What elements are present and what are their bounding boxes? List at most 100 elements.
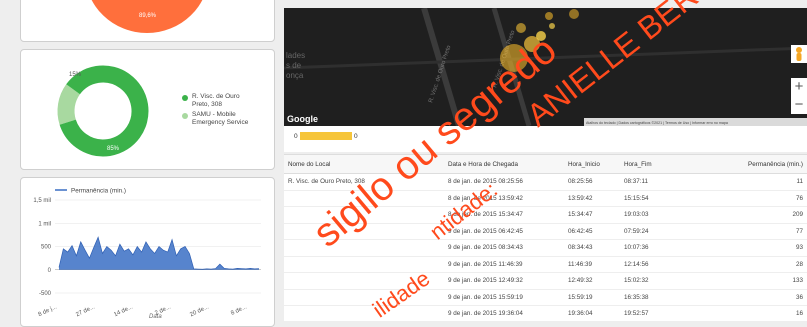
table-cell: 209 xyxy=(674,206,807,224)
donut-chart-card: 15% 85% R. Visc. de Ouro Preto, 308 SAMU… xyxy=(20,49,275,170)
heat-marker[interactable] xyxy=(549,23,555,29)
table-cell: 8 de jan. de 2015 15:34:47 xyxy=(444,206,564,224)
col-header-inicio[interactable]: Hora_Inicio xyxy=(564,155,620,174)
y-tick-label: 1 mil xyxy=(38,221,51,227)
range-control[interactable]: 0 0 xyxy=(284,126,807,152)
map-street xyxy=(284,46,807,70)
zoom-in-button[interactable]: + xyxy=(791,78,807,96)
legend-location[interactable]: R. Visc. de Ouro Preto, 308 xyxy=(192,93,240,109)
donut-chart: 15% 85% xyxy=(57,65,149,157)
donut-slice-label-1: 85% xyxy=(107,146,120,152)
range-bar[interactable] xyxy=(300,132,352,140)
table-cell xyxy=(284,190,444,207)
y-tick-label: 0 xyxy=(48,268,52,274)
table-cell xyxy=(284,239,444,257)
x-tick-label: 14 de... xyxy=(113,304,134,318)
legend-location-line1: R. Visc. de Ouro xyxy=(192,93,240,100)
heat-marker[interactable] xyxy=(569,9,579,19)
heat-marker[interactable] xyxy=(516,23,526,33)
legend-dot-samu xyxy=(182,113,188,119)
table-cell: R. Visc. de Ouro Preto, 308 xyxy=(284,173,444,191)
y-tick-label: 1,5 mil xyxy=(33,198,51,204)
table-cell: 11:46:39 xyxy=(564,256,620,273)
table-cell: 07:59:24 xyxy=(620,223,674,240)
table-cell: 11 xyxy=(674,173,807,191)
table-cell: 13:59:42 xyxy=(564,190,620,207)
x-tick-label: 8 de j... xyxy=(37,304,58,318)
table-cell: 08:25:56 xyxy=(564,173,620,191)
x-tick-label: 8 de... xyxy=(230,304,248,317)
pie-slice-label: 89,6% xyxy=(139,13,157,19)
table-cell: 9 de jan. de 2015 06:42:45 xyxy=(444,223,564,240)
table-row[interactable]: 9 de jan. de 2015 12:49:32 12:49:32 15:02:… xyxy=(284,272,807,290)
table-cell: 15:15:54 xyxy=(620,190,674,207)
table-header-row: Nome do Local Data e Hora de Chegada Hor… xyxy=(284,155,807,174)
col-header-fim[interactable]: Hora_Fim xyxy=(620,155,674,174)
x-tick-label: 27 de... xyxy=(75,304,96,318)
pegman-button[interactable] xyxy=(791,45,807,63)
y-tick-label: 500 xyxy=(41,245,52,251)
legend-dot-location xyxy=(182,95,188,101)
table-cell: 9 de jan. de 2015 12:49:32 xyxy=(444,272,564,290)
table-cell xyxy=(284,256,444,273)
table-cell: 15:59:19 xyxy=(564,289,620,306)
data-table: Nome do Local Data e Hora de Chegada Hor… xyxy=(284,154,807,323)
table-cell: 15:34:47 xyxy=(564,206,620,224)
legend-samu[interactable]: SAMU - Mobile Emergency Service xyxy=(192,111,248,127)
table-cell: 8 de jan. de 2015 13:59:42 xyxy=(444,190,564,207)
col-header-permanencia[interactable]: Permanência (min.) xyxy=(674,155,807,174)
table-row[interactable]: 9 de jan. de 2015 06:42:45 06:42:45 07:59:… xyxy=(284,223,807,240)
table-row[interactable]: 9 de jan. de 2015 15:59:19 15:59:19 16:35:… xyxy=(284,289,807,306)
table-cell: 133 xyxy=(674,272,807,290)
table-cell: 06:42:45 xyxy=(564,223,620,240)
y-tick-label: -500 xyxy=(39,291,52,297)
range-min: 0 xyxy=(294,133,298,140)
table-cell: 08:34:43 xyxy=(564,239,620,257)
table-cell: 12:49:32 xyxy=(564,272,620,290)
table-cell: 93 xyxy=(674,239,807,257)
table-cell: 9 de jan. de 2015 15:59:19 xyxy=(444,289,564,306)
line-chart: Permanência (min.) Data 1,5 mil1 mil5000… xyxy=(33,188,261,320)
table-row[interactable]: 9 de jan. de 2015 08:34:43 08:34:43 10:07:… xyxy=(284,239,807,257)
table-row[interactable]: 8 de jan. de 2015 15:34:47 15:34:47 19:03:… xyxy=(284,206,807,224)
heat-marker[interactable] xyxy=(545,12,553,20)
map-attribution[interactable]: Atalhos do teclado | Dados cartográficos… xyxy=(586,121,728,125)
table-cell: 9 de jan. de 2015 08:34:43 xyxy=(444,239,564,257)
table-cell: 08:37:11 xyxy=(620,173,674,191)
google-logo: Google xyxy=(287,114,318,124)
table-cell xyxy=(284,289,444,306)
zoom-out-button[interactable]: − xyxy=(791,96,807,114)
heat-marker[interactable] xyxy=(536,31,546,41)
table-row[interactable]: 9 de jan. de 2015 11:46:39 11:46:39 12:14:… xyxy=(284,256,807,273)
table-cell xyxy=(284,223,444,240)
pegman-icon xyxy=(796,47,802,61)
range-max: 0 xyxy=(354,133,358,140)
table-cell: 10:07:36 xyxy=(620,239,674,257)
table-row[interactable]: 8 de jan. de 2015 13:59:42 13:59:42 15:15:… xyxy=(284,190,807,207)
map-view[interactable]: R. Visc. de Ouro Preto R. Visc. de Ouro … xyxy=(284,8,807,126)
table-row[interactable]: R. Visc. de Ouro Preto, 308 8 de jan. de … xyxy=(284,173,807,191)
table-cell: 16:35:38 xyxy=(620,289,674,306)
table-cell: 15:02:32 xyxy=(620,272,674,290)
x-tick-label: 2 de... xyxy=(154,304,172,317)
col-header-local[interactable]: Nome do Local xyxy=(284,155,444,174)
legend-samu-line1: SAMU - Mobile xyxy=(192,111,236,118)
pie-chart: 89,6% xyxy=(91,0,203,33)
series-area xyxy=(59,237,259,270)
table-cell: 19:03:03 xyxy=(620,206,674,224)
map-area-label: onça xyxy=(286,71,304,80)
line-chart-card: Permanência (min.) Data 1,5 mil 1 mil 500 0… xyxy=(20,177,275,327)
pie-chart-card: 89,6% xyxy=(20,0,275,42)
table-cell xyxy=(284,206,444,224)
heat-marker[interactable] xyxy=(500,44,528,72)
table-cell: 28 xyxy=(674,256,807,273)
donut-slice-label-2: 15% xyxy=(69,72,82,78)
table-cell: 9 de jan. de 2015 11:46:39 xyxy=(444,256,564,273)
col-header-chegada[interactable]: Data e Hora de Chegada xyxy=(444,155,564,174)
x-tick-label: 20 de... xyxy=(189,304,210,318)
table-cell: 36 xyxy=(674,289,807,306)
line-legend: Permanência (min.) xyxy=(71,188,126,195)
table-cell xyxy=(284,272,444,290)
map-canvas: R. Visc. de Ouro Preto R. Visc. de Ouro … xyxy=(284,8,807,126)
table-cell: 8 de jan. de 2015 08:25:56 xyxy=(444,173,564,191)
